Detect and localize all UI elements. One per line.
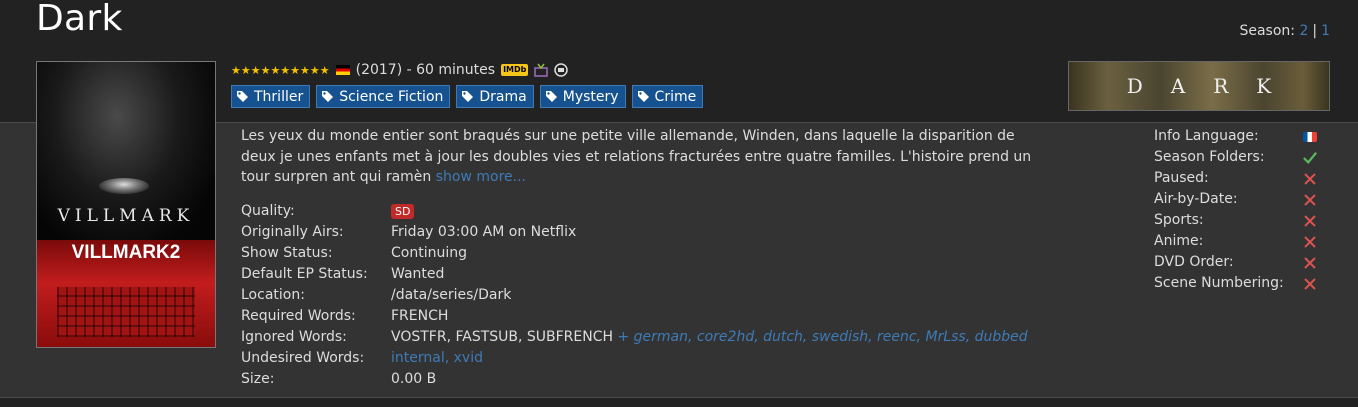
genre-tag-mystery[interactable]: Mystery bbox=[539, 85, 626, 108]
cross-icon bbox=[1303, 172, 1317, 186]
setting-air-by-date: Air-by-Date: bbox=[1154, 189, 1317, 210]
meta-row: ★★★★★★★★★★ (2017) - 60 minutes IMDb bbox=[231, 62, 569, 78]
description-text: Les yeux du monde entier sont braqués su… bbox=[241, 128, 1032, 185]
detail-row-required: Required Words: FRENCH bbox=[241, 306, 1028, 327]
detail-row-size: Size: 0.00 B bbox=[241, 369, 1028, 390]
genre-tag-crime[interactable]: Crime bbox=[631, 85, 704, 108]
tag-icon bbox=[237, 91, 248, 102]
genre-tag-thriller[interactable]: Thriller bbox=[231, 85, 311, 108]
detail-row-ignored: Ignored Words: VOSTFR, FASTSUB, SUBFRENC… bbox=[241, 327, 1028, 348]
cross-icon bbox=[1303, 235, 1317, 249]
tag-icon bbox=[637, 91, 649, 102]
detail-value: FRENCH bbox=[391, 308, 449, 324]
cross-icon bbox=[1303, 256, 1317, 270]
detail-row-location: Location: /data/series/Dark bbox=[241, 285, 1028, 306]
tvdb-icon[interactable] bbox=[534, 63, 549, 77]
detail-label: Quality: bbox=[241, 203, 295, 219]
genre-list: Thriller Science Fiction Drama Mystery C… bbox=[231, 85, 704, 108]
check-icon bbox=[1303, 151, 1317, 165]
cross-icon bbox=[1303, 193, 1317, 207]
setting-label: Air-by-Date: bbox=[1154, 191, 1238, 207]
show-details: Quality: SD Originally Airs: Friday 03:0… bbox=[241, 201, 1028, 390]
setting-info-language: Info Language: bbox=[1154, 126, 1317, 147]
tag-icon bbox=[462, 91, 474, 102]
detail-label: Default EP Status: bbox=[241, 266, 368, 282]
year-runtime: (2017) - 60 minutes bbox=[355, 62, 496, 78]
detail-row-ep-status: Default EP Status: Wanted bbox=[241, 264, 1028, 285]
detail-value: Continuing bbox=[391, 245, 467, 261]
cross-icon bbox=[1303, 277, 1317, 291]
setting-paused: Paused: bbox=[1154, 168, 1317, 189]
setting-season-folders: Season Folders: bbox=[1154, 147, 1317, 168]
show-more-link[interactable]: show more... bbox=[436, 169, 526, 185]
poster-building-graphic bbox=[57, 287, 195, 337]
detail-row-airs: Originally Airs: Friday 03:00 AM on Netf… bbox=[241, 222, 1028, 243]
show-settings: Info Language: Season Folders: Paused: A… bbox=[1154, 126, 1317, 294]
detail-label: Undesired Words: bbox=[241, 350, 365, 366]
undesired-words-link[interactable]: internal, xvid bbox=[391, 348, 483, 369]
setting-dvd-order: DVD Order: bbox=[1154, 252, 1317, 273]
poster-title-line1: VILLMARK bbox=[57, 206, 195, 226]
detail-label: Required Words: bbox=[241, 308, 356, 324]
tag-icon bbox=[545, 91, 557, 102]
season-nav: Season: 2 | 1 bbox=[1239, 23, 1330, 39]
detail-label: Size: bbox=[241, 371, 275, 387]
season-label: Season: bbox=[1239, 23, 1295, 39]
detail-value: /data/series/Dark bbox=[391, 287, 512, 303]
season-link-1[interactable]: 1 bbox=[1321, 23, 1330, 39]
genre-label: Science Fiction bbox=[339, 88, 444, 105]
quality-badge: SD bbox=[391, 204, 415, 219]
setting-label: DVD Order: bbox=[1154, 254, 1234, 270]
setting-label: Season Folders: bbox=[1154, 149, 1265, 165]
detail-value: Wanted bbox=[391, 266, 445, 282]
tag-icon bbox=[322, 91, 334, 102]
detail-label: Ignored Words: bbox=[241, 329, 347, 345]
detail-label: Location: bbox=[241, 287, 305, 303]
detail-value: VOSTFR, FASTSUB, SUBFRENCH bbox=[391, 329, 614, 345]
rating-stars: ★★★★★★★★★★ bbox=[231, 63, 330, 77]
season-link-2[interactable]: 2 bbox=[1299, 23, 1308, 39]
detail-row-undesired: Undesired Words: internal, xvid bbox=[241, 348, 1028, 369]
detail-value: Friday 03:00 AM on Netflix bbox=[391, 224, 577, 240]
show-banner[interactable]: DARK bbox=[1068, 61, 1330, 111]
detail-value: 0.00 B bbox=[391, 371, 437, 387]
setting-label: Sports: bbox=[1154, 212, 1204, 228]
genre-label: Drama bbox=[479, 88, 527, 105]
genre-label: Thriller bbox=[254, 88, 304, 105]
tvmaze-icon[interactable] bbox=[554, 63, 569, 77]
setting-sports: Sports: bbox=[1154, 210, 1317, 231]
poster-ufo-graphic bbox=[99, 178, 149, 194]
ignored-words-extra-link[interactable]: + german, core2hd, dutch, swedish, reenc… bbox=[617, 329, 1027, 345]
setting-label: Scene Numbering: bbox=[1154, 275, 1284, 291]
show-description: Les yeux du monde entier sont braqués su… bbox=[241, 126, 1041, 188]
genre-label: Mystery bbox=[562, 88, 619, 105]
season-separator: | bbox=[1312, 23, 1318, 39]
banner-text: DARK bbox=[1126, 74, 1300, 98]
genre-tag-drama[interactable]: Drama bbox=[456, 85, 534, 108]
setting-label: Info Language: bbox=[1154, 128, 1259, 144]
detail-label: Show Status: bbox=[241, 245, 333, 261]
setting-label: Anime: bbox=[1154, 233, 1204, 249]
show-title: Dark bbox=[36, 0, 123, 39]
detail-row-status: Show Status: Continuing bbox=[241, 243, 1028, 264]
setting-label: Paused: bbox=[1154, 170, 1209, 186]
french-flag-icon bbox=[1303, 131, 1317, 142]
cross-icon bbox=[1303, 214, 1317, 228]
setting-anime: Anime: bbox=[1154, 231, 1317, 252]
show-poster[interactable]: VILLMARK VILLMARK2 bbox=[36, 61, 216, 348]
detail-row-quality: Quality: SD bbox=[241, 201, 1028, 222]
setting-scene-numbering: Scene Numbering: bbox=[1154, 273, 1317, 294]
genre-label: Crime bbox=[654, 88, 697, 105]
imdb-icon[interactable]: IMDb bbox=[501, 64, 529, 76]
german-flag-icon bbox=[335, 65, 350, 75]
genre-tag-science-fiction[interactable]: Science Fiction bbox=[316, 85, 451, 108]
poster-title-line2: VILLMARK2 bbox=[71, 242, 181, 263]
detail-label: Originally Airs: bbox=[241, 224, 344, 240]
